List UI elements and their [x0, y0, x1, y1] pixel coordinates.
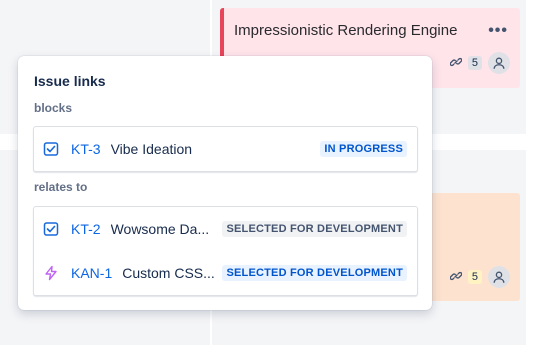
link-group-relates-to: KT-2 Wowsome Da... SELECTED FOR DEVELOPM… [33, 206, 418, 296]
card-title: Impressionistic Rendering Engine [234, 22, 458, 39]
link-count-badge: 5 [467, 270, 482, 284]
card-meta: 5 [449, 52, 510, 74]
lightning-icon [43, 265, 59, 281]
link-count-badge: 5 [467, 56, 482, 70]
issue-links-popup: Issue links blocks KT-3 Vibe Ideation IN… [18, 56, 432, 310]
card-meta: 5 [449, 266, 510, 288]
issue-key-link[interactable]: KAN-1 [71, 265, 112, 281]
link-icon[interactable] [449, 270, 463, 285]
issue-summary[interactable]: Wowsome Da... [111, 221, 210, 237]
task-checkbox-icon [43, 221, 59, 237]
link-icon[interactable] [449, 56, 463, 71]
unassigned-avatar-icon[interactable] [488, 52, 510, 74]
more-actions-button[interactable]: ••• [488, 22, 508, 40]
unassigned-avatar-icon[interactable] [488, 266, 510, 288]
task-checkbox-icon [43, 141, 59, 157]
status-badge: IN PROGRESS [320, 141, 407, 157]
popup-title: Issue links [34, 73, 106, 89]
linked-issue-row[interactable]: KT-3 Vibe Ideation IN PROGRESS [34, 127, 417, 171]
issue-key-link[interactable]: KT-2 [71, 221, 101, 237]
linked-issue-row[interactable]: KAN-1 Custom CSS... SELECTED FOR DEVELOP… [34, 251, 417, 295]
issue-summary[interactable]: Custom CSS... [122, 265, 215, 281]
linked-issue-row[interactable]: KT-2 Wowsome Da... SELECTED FOR DEVELOPM… [34, 207, 417, 251]
status-badge: SELECTED FOR DEVELOPMENT [222, 265, 407, 281]
section-label-blocks: blocks [34, 101, 73, 115]
link-group-blocks: KT-3 Vibe Ideation IN PROGRESS [33, 126, 418, 172]
issue-summary[interactable]: Vibe Ideation [111, 141, 192, 157]
section-label-relates-to: relates to [34, 180, 88, 194]
status-badge: SELECTED FOR DEVELOPMENT [222, 221, 407, 237]
issue-key-link[interactable]: KT-3 [71, 141, 101, 157]
